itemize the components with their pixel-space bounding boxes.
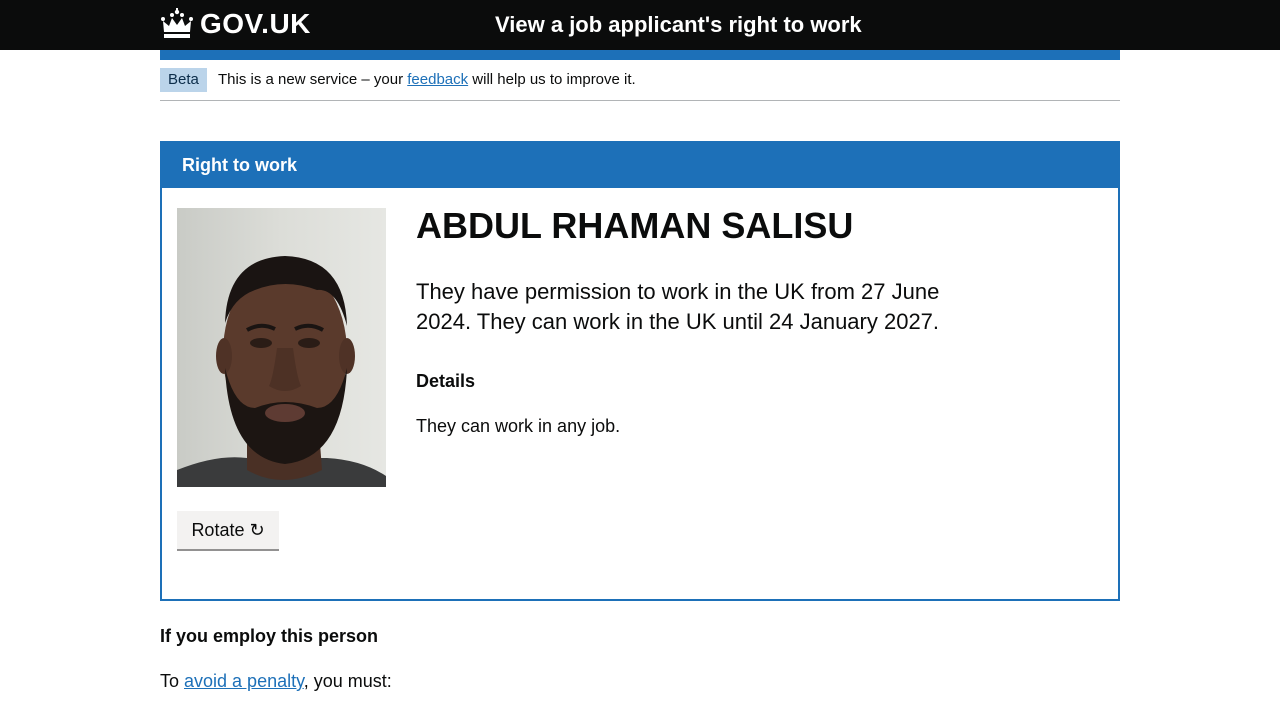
avoid-penalty-link[interactable]: avoid a penalty — [184, 671, 304, 691]
card-header: Right to work — [160, 141, 1120, 188]
phase-banner: Beta This is a new service – your feedba… — [160, 67, 1120, 101]
person-name: ABDUL RHAMAN SALISU — [416, 205, 854, 246]
employ-heading: If you employ this person — [160, 626, 379, 646]
right-to-work-card: Right to work Rotate ↻ ABDUL RHAMAN SALI… — [160, 141, 1120, 601]
rotate-button[interactable]: Rotate ↻ — [177, 511, 279, 549]
applicant-photo — [177, 208, 386, 487]
site-header: GOV.UK View a job applicant's right to w… — [0, 0, 1280, 50]
crown-icon — [161, 8, 193, 38]
penalty-text: To avoid a penalty, you must: — [160, 668, 392, 694]
beta-tag: Beta — [160, 68, 207, 92]
details-text: They can work in any job. — [416, 416, 621, 436]
card-title: Right to work — [182, 155, 297, 175]
feedback-link[interactable]: feedback — [407, 71, 468, 88]
phase-text-after: will help us to improve it. — [468, 71, 636, 88]
govuk-logo-link[interactable]: GOV.UK — [160, 6, 311, 42]
permission-text: They have permission to work in the UK f… — [416, 279, 940, 334]
header-blue-strip — [160, 50, 1120, 60]
phase-text-before: This is a new service – your — [218, 71, 408, 88]
details-heading: Details — [416, 371, 476, 391]
penalty-text-before: To — [160, 671, 185, 691]
service-name-link[interactable]: View a job applicant's right to work — [495, 10, 862, 40]
logo-text: GOV.UK — [200, 8, 311, 39]
penalty-text-after: , you must: — [303, 671, 392, 691]
phase-banner-text: This is a new service – your feedback wi… — [218, 69, 636, 91]
applicant-photo-image — [177, 208, 386, 487]
